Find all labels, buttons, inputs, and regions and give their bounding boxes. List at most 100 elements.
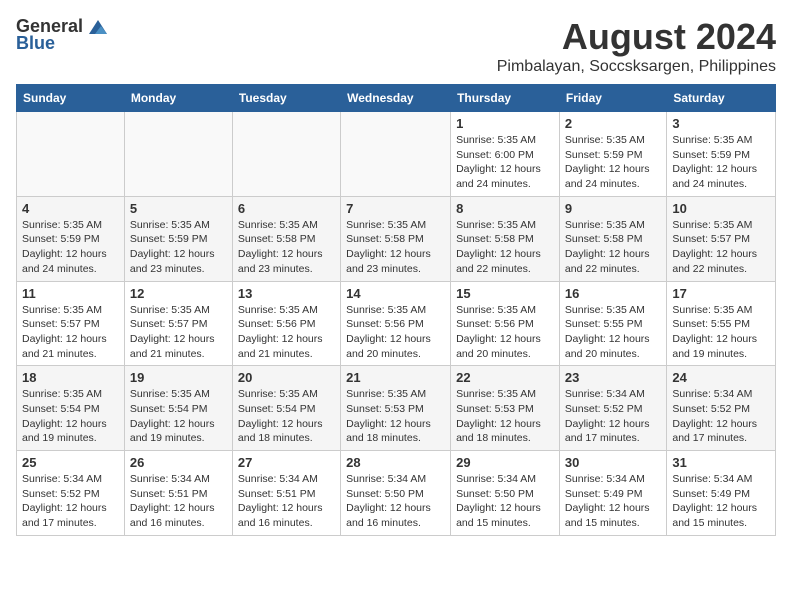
day-number: 17: [672, 286, 770, 301]
day-number: 3: [672, 116, 770, 131]
day-info: Sunrise: 5:34 AMSunset: 5:52 PMDaylight:…: [22, 472, 119, 531]
day-info: Sunrise: 5:35 AMSunset: 5:55 PMDaylight:…: [565, 303, 661, 362]
calendar-week-4: 18 Sunrise: 5:35 AMSunset: 5:54 PMDayligh…: [17, 366, 776, 451]
day-number: 18: [22, 370, 119, 385]
calendar-week-1: 1 Sunrise: 5:35 AMSunset: 6:00 PMDaylight…: [17, 112, 776, 197]
day-info: Sunrise: 5:34 AMSunset: 5:51 PMDaylight:…: [130, 472, 227, 531]
calendar-cell: 7 Sunrise: 5:35 AMSunset: 5:58 PMDaylight…: [341, 196, 451, 281]
day-info: Sunrise: 5:35 AMSunset: 5:57 PMDaylight:…: [130, 303, 227, 362]
calendar-cell: 15Sunrise: 5:35 AMSunset: 5:56 PMDayligh…: [451, 281, 560, 366]
day-info: Sunrise: 5:35 AMSunset: 5:54 PMDaylight:…: [130, 387, 227, 446]
day-info: Sunrise: 5:35 AMSunset: 5:59 PMDaylight:…: [672, 133, 770, 192]
calendar-cell: 24 Sunrise: 5:34 AMSunset: 5:52 PMDayligh…: [667, 366, 776, 451]
calendar-cell: 2 Sunrise: 5:35 AMSunset: 5:59 PMDaylight…: [559, 112, 666, 197]
day-info: Sunrise: 5:35 AMSunset: 5:58 PMDaylight:…: [346, 218, 445, 277]
calendar-cell: 4Sunrise: 5:35 AMSunset: 5:59 PMDaylight…: [17, 196, 125, 281]
page-title: August 2024: [497, 16, 776, 58]
calendar-cell: 1 Sunrise: 5:35 AMSunset: 6:00 PMDaylight…: [451, 112, 560, 197]
calendar-header: SundayMondayTuesdayWednesdayThursdayFrid…: [17, 85, 776, 112]
header-cell-wednesday: Wednesday: [341, 85, 451, 112]
day-number: 29: [456, 455, 554, 470]
calendar-week-2: 4Sunrise: 5:35 AMSunset: 5:59 PMDaylight…: [17, 196, 776, 281]
day-number: 23: [565, 370, 661, 385]
day-info: Sunrise: 5:35 AMSunset: 5:58 PMDaylight:…: [456, 218, 554, 277]
calendar-cell: 29 Sunrise: 5:34 AMSunset: 5:50 PMDayligh…: [451, 451, 560, 536]
calendar-cell: 28 Sunrise: 5:34 AMSunset: 5:50 PMDayligh…: [341, 451, 451, 536]
logo-blue: Blue: [16, 33, 55, 54]
day-info: Sunrise: 5:35 AMSunset: 5:57 PMDaylight:…: [22, 303, 119, 362]
day-number: 14: [346, 286, 445, 301]
day-number: 28: [346, 455, 445, 470]
calendar-cell: 13Sunrise: 5:35 AMSunset: 5:56 PMDayligh…: [232, 281, 340, 366]
day-number: 26: [130, 455, 227, 470]
header-cell-tuesday: Tuesday: [232, 85, 340, 112]
day-number: 30: [565, 455, 661, 470]
day-info: Sunrise: 5:35 AMSunset: 5:56 PMDaylight:…: [346, 303, 445, 362]
logo-icon: [87, 18, 109, 36]
day-info: Sunrise: 5:35 AMSunset: 5:58 PMDaylight:…: [238, 218, 335, 277]
day-info: Sunrise: 5:34 AMSunset: 5:50 PMDaylight:…: [346, 472, 445, 531]
day-number: 16: [565, 286, 661, 301]
day-info: Sunrise: 5:34 AMSunset: 5:52 PMDaylight:…: [565, 387, 661, 446]
header-cell-friday: Friday: [559, 85, 666, 112]
calendar-cell: [17, 112, 125, 197]
calendar-cell: 17 Sunrise: 5:35 AMSunset: 5:55 PMDayligh…: [667, 281, 776, 366]
day-number: 11: [22, 286, 119, 301]
calendar-cell: 26 Sunrise: 5:34 AMSunset: 5:51 PMDayligh…: [124, 451, 232, 536]
day-info: Sunrise: 5:34 AMSunset: 5:49 PMDaylight:…: [672, 472, 770, 531]
day-info: Sunrise: 5:34 AMSunset: 5:52 PMDaylight:…: [672, 387, 770, 446]
calendar-cell: 30 Sunrise: 5:34 AMSunset: 5:49 PMDayligh…: [559, 451, 666, 536]
day-number: 8: [456, 201, 554, 216]
calendar-cell: 27Sunrise: 5:34 AMSunset: 5:51 PMDayligh…: [232, 451, 340, 536]
day-number: 15: [456, 286, 554, 301]
day-info: Sunrise: 5:35 AMSunset: 5:57 PMDaylight:…: [672, 218, 770, 277]
day-info: Sunrise: 5:35 AMSunset: 5:54 PMDaylight:…: [238, 387, 335, 446]
day-number: 13: [238, 286, 335, 301]
day-number: 9: [565, 201, 661, 216]
header-cell-saturday: Saturday: [667, 85, 776, 112]
day-info: Sunrise: 5:34 AMSunset: 5:49 PMDaylight:…: [565, 472, 661, 531]
calendar-week-3: 11 Sunrise: 5:35 AMSunset: 5:57 PMDayligh…: [17, 281, 776, 366]
day-info: Sunrise: 5:35 AMSunset: 5:54 PMDaylight:…: [22, 387, 119, 446]
day-info: Sunrise: 5:35 AMSunset: 5:55 PMDaylight:…: [672, 303, 770, 362]
day-number: 10: [672, 201, 770, 216]
header-cell-sunday: Sunday: [17, 85, 125, 112]
page-subtitle: Pimbalayan, Soccsksargen, Philippines: [497, 58, 776, 76]
day-number: 20: [238, 370, 335, 385]
calendar-cell: 6 Sunrise: 5:35 AMSunset: 5:58 PMDaylight…: [232, 196, 340, 281]
calendar-cell: 22 Sunrise: 5:35 AMSunset: 5:53 PMDayligh…: [451, 366, 560, 451]
title-block: August 2024 Pimbalayan, Soccsksargen, Ph…: [497, 16, 776, 76]
calendar-cell: 31Sunrise: 5:34 AMSunset: 5:49 PMDayligh…: [667, 451, 776, 536]
calendar-cell: 19Sunrise: 5:35 AMSunset: 5:54 PMDayligh…: [124, 366, 232, 451]
calendar-cell: 25Sunrise: 5:34 AMSunset: 5:52 PMDayligh…: [17, 451, 125, 536]
calendar-cell: [124, 112, 232, 197]
day-info: Sunrise: 5:35 AMSunset: 5:59 PMDaylight:…: [565, 133, 661, 192]
calendar-cell: 16 Sunrise: 5:35 AMSunset: 5:55 PMDayligh…: [559, 281, 666, 366]
day-number: 7: [346, 201, 445, 216]
page-header: General Blue August 2024 Pimbalayan, Soc…: [16, 16, 776, 76]
day-number: 2: [565, 116, 661, 131]
day-info: Sunrise: 5:35 AMSunset: 5:53 PMDaylight:…: [456, 387, 554, 446]
day-number: 5: [130, 201, 227, 216]
day-number: 22: [456, 370, 554, 385]
day-info: Sunrise: 5:35 AMSunset: 5:58 PMDaylight:…: [565, 218, 661, 277]
day-info: Sunrise: 5:35 AMSunset: 5:59 PMDaylight:…: [130, 218, 227, 277]
calendar-cell: 8 Sunrise: 5:35 AMSunset: 5:58 PMDaylight…: [451, 196, 560, 281]
calendar-cell: 11 Sunrise: 5:35 AMSunset: 5:57 PMDayligh…: [17, 281, 125, 366]
day-number: 21: [346, 370, 445, 385]
calendar-cell: 20 Sunrise: 5:35 AMSunset: 5:54 PMDayligh…: [232, 366, 340, 451]
calendar-cell: 10 Sunrise: 5:35 AMSunset: 5:57 PMDayligh…: [667, 196, 776, 281]
day-info: Sunrise: 5:35 AMSunset: 6:00 PMDaylight:…: [456, 133, 554, 192]
day-number: 6: [238, 201, 335, 216]
logo: General Blue: [16, 16, 109, 54]
day-number: 12: [130, 286, 227, 301]
calendar-week-5: 25Sunrise: 5:34 AMSunset: 5:52 PMDayligh…: [17, 451, 776, 536]
calendar-cell: 23 Sunrise: 5:34 AMSunset: 5:52 PMDayligh…: [559, 366, 666, 451]
header-cell-monday: Monday: [124, 85, 232, 112]
header-cell-thursday: Thursday: [451, 85, 560, 112]
day-number: 1: [456, 116, 554, 131]
day-info: Sunrise: 5:35 AMSunset: 5:59 PMDaylight:…: [22, 218, 119, 277]
day-info: Sunrise: 5:34 AMSunset: 5:50 PMDaylight:…: [456, 472, 554, 531]
day-number: 24: [672, 370, 770, 385]
calendar-cell: 12 Sunrise: 5:35 AMSunset: 5:57 PMDayligh…: [124, 281, 232, 366]
